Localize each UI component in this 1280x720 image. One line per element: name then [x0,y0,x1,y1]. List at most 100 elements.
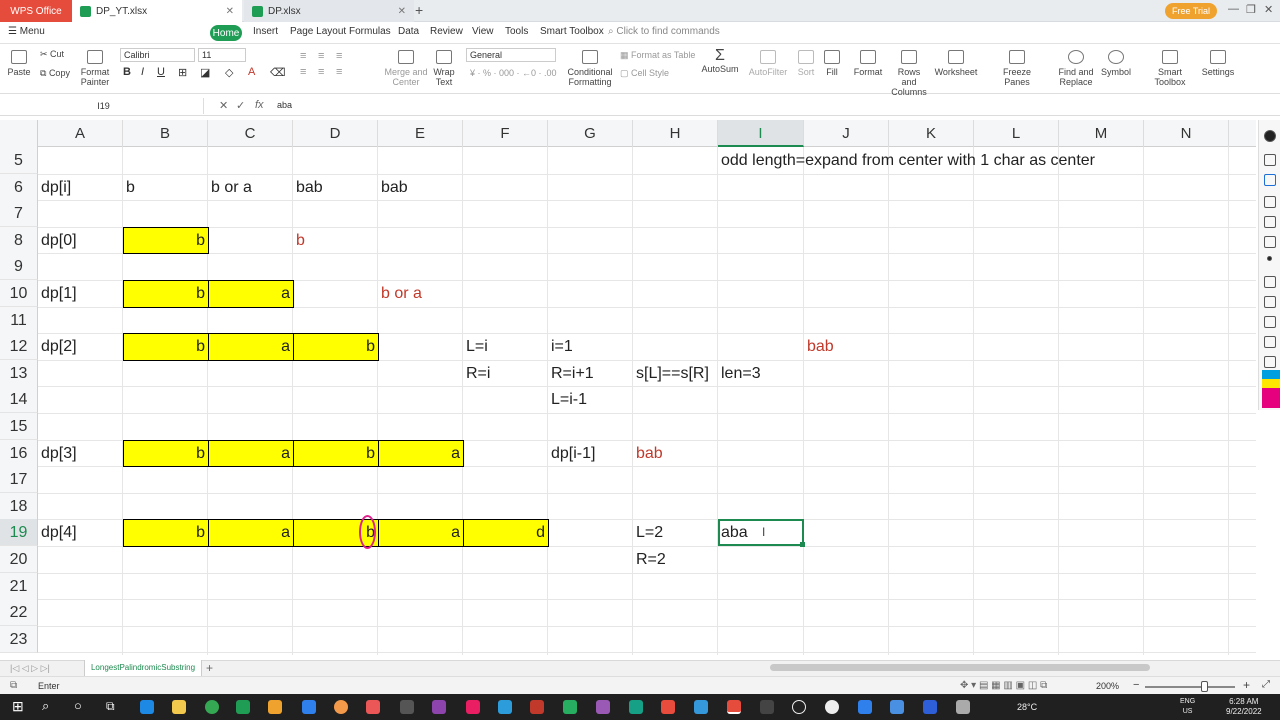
clock[interactable]: 6:28 AM 9/22/2022 [1226,697,1262,717]
tab-insert[interactable]: Insert [253,26,278,37]
row-header[interactable]: 6 [0,173,38,201]
function-icon[interactable]: fx [255,99,264,111]
number-format-buttons[interactable]: ¥ · % · 000 · ←0 · .00 [470,68,557,78]
rows-columns-button[interactable]: Rows and Columns [889,50,929,97]
column-header[interactable]: K [889,120,974,147]
app-icon[interactable] [366,700,380,714]
number-format-select[interactable]: General [466,48,556,62]
task-view-icon[interactable]: ⧉ [106,699,115,714]
bus-icon[interactable] [1264,316,1276,328]
windows-start-icon[interactable]: ⊞ [12,698,24,715]
tab-smart-toolbox[interactable]: Smart Toolbox [540,26,604,37]
cell-c12[interactable]: a [208,333,293,360]
row-header[interactable]: 19 [0,519,38,547]
app-icon[interactable] [596,700,610,714]
language-indicator[interactable]: ENG US [1180,697,1195,717]
tab-dp[interactable]: DP.xlsx ✕ [244,0,414,22]
close-icon[interactable]: ✕ [398,6,406,17]
chrome-icon[interactable] [205,700,219,714]
worksheet-button[interactable]: Worksheet [934,50,978,77]
app-icon[interactable] [334,700,348,714]
column-header[interactable]: J [804,120,889,147]
cell-i5[interactable]: odd length=expand from center with 1 cha… [718,147,1098,174]
app-icon[interactable] [432,700,446,714]
cell-a6[interactable]: dp[i] [38,174,74,201]
cell-h19[interactable]: L=2 [633,519,666,546]
row-header[interactable]: 8 [0,226,38,254]
app-icon[interactable] [890,700,904,714]
cell-b10[interactable]: b [123,280,208,307]
column-header[interactable]: G [548,120,633,147]
tab-tools[interactable]: Tools [505,26,528,37]
font-color-icon[interactable]: A [248,66,255,78]
tab-data[interactable]: Data [398,26,419,37]
cell-e19[interactable]: a [378,519,463,546]
cell-b6[interactable]: b [123,174,138,201]
row-header[interactable]: 7 [0,200,38,228]
cell-c6[interactable]: b or a [208,174,255,201]
copy-button[interactable]: ⧉ Copy [40,68,70,79]
highlighter-icon[interactable] [1264,216,1276,228]
app-icon[interactable] [629,700,643,714]
zoom-out-icon[interactable]: − [1133,679,1139,691]
wrap-text-button[interactable]: Wrap Text [430,50,458,87]
zoom-app-icon[interactable] [498,700,512,714]
cell-e10[interactable]: b or a [378,280,425,307]
symbol-button[interactable]: Symbol [1098,50,1134,77]
undo-icon[interactable] [1264,276,1276,288]
cell-c10[interactable]: a [208,280,293,307]
align-middle-icon[interactable]: ≡ [318,50,324,62]
sheet-tab[interactable]: LongestPalindromicSubstring [84,660,202,676]
view-icons[interactable]: ✥ ▾ ▤ ▦ ▥ ▣ ◫ ⧉ [960,680,1047,691]
cell-d12[interactable]: b [293,333,378,360]
cell-d16[interactable]: b [293,440,378,467]
app-icon[interactable] [466,700,480,714]
app-icon[interactable] [858,700,872,714]
wps-taskbar-icon[interactable] [727,700,741,714]
font-name-select[interactable]: Calibri [120,48,195,62]
search-icon[interactable]: ⌕ [42,698,49,714]
app-icon[interactable] [400,700,414,714]
app-icon[interactable] [563,700,577,714]
column-header[interactable]: H [633,120,718,147]
row-header[interactable]: 17 [0,466,38,494]
conditional-formatting-button[interactable]: Conditional Formatting [566,50,614,87]
column-header[interactable]: D [293,120,378,147]
cursor-icon[interactable] [1264,174,1276,186]
edge-icon[interactable] [140,700,154,714]
cell-j12[interactable]: bab [804,333,837,360]
cell-f19[interactable]: d [463,519,548,546]
column-header[interactable]: E [378,120,463,147]
sheet-nav-icons[interactable]: |◁ ◁ ▷ ▷| [10,663,50,674]
color-swatch-magenta[interactable] [1262,388,1280,408]
app-icon[interactable] [268,700,282,714]
zoom-slider-knob[interactable] [1201,681,1208,692]
cell-e6[interactable]: bab [378,174,411,201]
cell-e16[interactable]: a [378,440,463,467]
horizontal-scrollbar[interactable] [770,664,1150,671]
italic-icon[interactable]: I [141,66,144,78]
align-right-icon[interactable]: ≡ [336,66,342,78]
file-explorer-icon[interactable] [172,700,186,714]
cell-g14[interactable]: L=i-1 [548,386,590,413]
tab-review[interactable]: Review [430,26,463,37]
row-header[interactable]: 23 [0,625,38,653]
tab-dp-yt[interactable]: DP_YT.xlsx ✕ [72,0,242,22]
app-icon[interactable] [792,700,806,714]
cortana-icon[interactable]: ○ [74,698,82,713]
merge-center-button[interactable]: Merge and Center [384,50,428,87]
column-header[interactable]: I [718,120,804,147]
cell-b19[interactable]: b [123,519,208,546]
row-header[interactable]: 15 [0,413,38,440]
autosum-button[interactable]: Σ AutoSum [700,48,740,75]
align-left-icon[interactable]: ≡ [300,66,306,78]
cell-f12[interactable]: L=i [463,333,491,360]
cell-d6[interactable]: bab [293,174,326,201]
app-icon[interactable] [923,700,937,714]
camera-icon[interactable] [1264,336,1276,348]
app-icon[interactable] [694,700,708,714]
zoom-level[interactable]: 200% [1096,681,1119,691]
row-header[interactable]: 12 [0,333,38,361]
eye-icon[interactable] [1264,154,1276,166]
clear-icon[interactable]: ◇ [225,66,233,79]
